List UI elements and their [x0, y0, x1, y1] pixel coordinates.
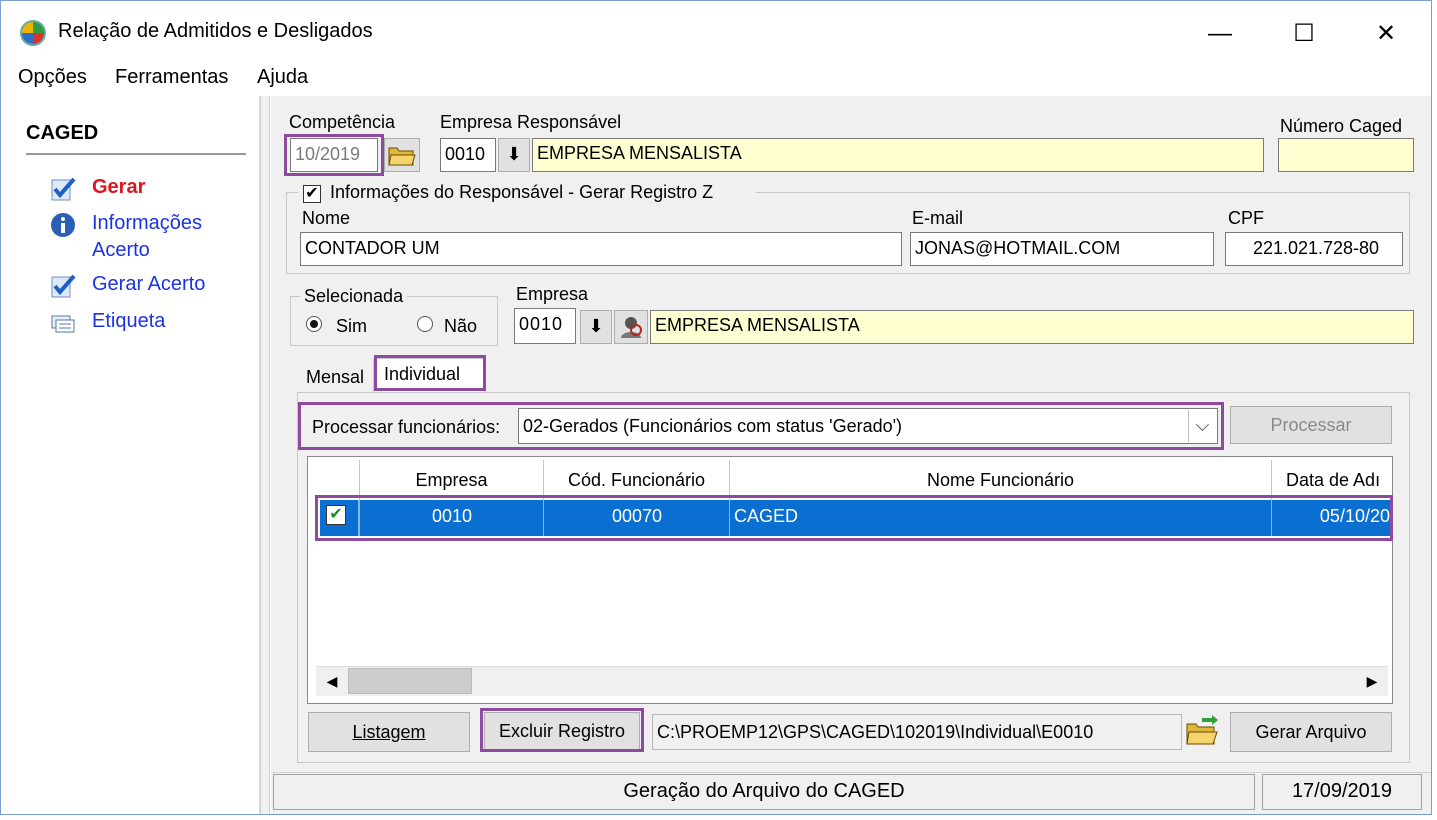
radio-nao-label: Não	[444, 316, 478, 336]
folder-open-icon	[388, 147, 416, 166]
close-button[interactable]: ✕	[1366, 14, 1406, 54]
menu-ferramentas[interactable]: Ferramentas	[115, 66, 228, 89]
sidebar-item-informacoes[interactable]: Informações	[92, 212, 202, 235]
email-field[interactable]: JONAS@HOTMAIL.COM	[910, 232, 1214, 266]
empresa-name-field[interactable]: EMPRESA MENSALISTA	[650, 310, 1414, 344]
scroll-left-icon[interactable]: ◀	[318, 668, 346, 694]
sidebar-divider	[26, 153, 246, 155]
label-icon	[51, 315, 75, 333]
grid-header-codigo[interactable]: Cód. Funcionário	[544, 460, 730, 500]
empresa-responsavel-code[interactable]: 0010	[440, 138, 496, 172]
info-icon	[51, 213, 75, 237]
responsavel-group-label: Informações do Responsável - Gerar Regis…	[330, 182, 714, 202]
radio-sim-dot	[310, 320, 318, 328]
responsavel-checkbox[interactable]: ✔	[303, 185, 321, 203]
sidebar-item-acerto[interactable]: Acerto	[92, 239, 150, 262]
open-folder-button[interactable]	[384, 138, 420, 172]
competencia-field[interactable]: 10/2019	[290, 138, 378, 172]
empresa-code-field[interactable]: 0010	[514, 308, 576, 344]
tab-individual[interactable]: Individual	[384, 364, 460, 385]
scroll-right-icon[interactable]: ▶	[1358, 668, 1386, 694]
app-icon	[20, 20, 46, 46]
tab-mensal[interactable]: Mensal	[306, 367, 364, 388]
folder-arrow-icon	[1186, 715, 1218, 745]
menu-opcoes[interactable]: Opções	[18, 66, 87, 89]
processar-button-label: Processar	[1270, 415, 1352, 435]
listagem-button-label: Listagem	[352, 722, 426, 742]
cpf-label: CPF	[1228, 208, 1264, 228]
search-person-button[interactable]	[614, 310, 648, 344]
grid-header-empresa[interactable]: Empresa	[360, 460, 544, 500]
cpf-field[interactable]: 221.021.728-80	[1225, 232, 1403, 266]
window-title: Relação de Admitidos e Desligados	[58, 20, 373, 42]
sidebar	[1, 96, 260, 814]
status-message: Geração do Arquivo do CAGED	[273, 774, 1255, 810]
minimize-button[interactable]: —	[1200, 14, 1240, 54]
nome-label: Nome	[302, 208, 351, 228]
splitter[interactable]	[260, 96, 270, 814]
excluir-highlight	[480, 708, 644, 752]
sidebar-item-gerar[interactable]: Gerar	[92, 176, 145, 199]
arrow-down-icon: ⬇	[506, 144, 522, 164]
listagem-button[interactable]: Listagem	[308, 712, 470, 752]
radio-sim-label: Sim	[336, 316, 367, 336]
download-arrow-button[interactable]: ⬇	[498, 138, 530, 172]
status-date: 17/09/2019	[1262, 774, 1422, 810]
empresa-label: Empresa	[516, 284, 589, 304]
sidebar-item-etiqueta[interactable]: Etiqueta	[92, 310, 165, 333]
selecionada-label: Selecionada	[300, 286, 408, 307]
radio-sim[interactable]	[306, 316, 322, 332]
scrollbar-thumb[interactable]	[348, 668, 472, 694]
radio-nao[interactable]	[417, 316, 433, 332]
choose-folder-button[interactable]	[1184, 714, 1224, 750]
checklist-icon	[51, 274, 76, 298]
sidebar-item-gerar-acerto[interactable]: Gerar Acerto	[92, 273, 205, 296]
competencia-label: Competência	[289, 112, 396, 132]
processar-select[interactable]: 02-Gerados (Funcionários com status 'Ger…	[518, 408, 1218, 444]
empresa-responsavel-name[interactable]: EMPRESA MENSALISTA	[532, 138, 1264, 172]
numero-caged-label: Número Caged	[1280, 116, 1403, 136]
numero-caged-field[interactable]	[1278, 138, 1414, 172]
maximize-button[interactable]: ☐	[1284, 14, 1324, 54]
email-label: E-mail	[912, 208, 964, 228]
checklist-icon	[51, 177, 76, 201]
processar-select-value: 02-Gerados (Funcionários com status 'Ger…	[523, 416, 903, 436]
person-search-icon	[621, 317, 642, 338]
gerar-arquivo-button[interactable]: Gerar Arquivo	[1230, 712, 1392, 752]
horizontal-scrollbar[interactable]	[316, 666, 1388, 696]
output-path-field[interactable]: C:\PROEMP12\GPS\CAGED\102019\Individual\…	[652, 714, 1182, 750]
empresa-download-button[interactable]: ⬇	[580, 310, 612, 344]
chevron-down-icon[interactable]: ⌵	[1188, 410, 1216, 442]
arrow-down-icon: ⬇	[588, 316, 604, 336]
processar-label: Processar funcionários:	[312, 417, 501, 437]
gerar-arquivo-label: Gerar Arquivo	[1255, 722, 1367, 742]
nome-field[interactable]: CONTADOR UM	[300, 232, 902, 266]
row-highlight	[315, 495, 1393, 541]
grid-header-check	[308, 460, 360, 500]
empresa-responsavel-label: Empresa Responsável	[440, 112, 622, 132]
grid-header-data[interactable]: Data de Adı	[1272, 460, 1390, 500]
sidebar-title: CAGED	[26, 122, 99, 144]
grid-header-nome[interactable]: Nome Funcionário	[730, 460, 1272, 500]
processar-button[interactable]: Processar	[1230, 406, 1392, 444]
menu-ajuda[interactable]: Ajuda	[257, 66, 308, 89]
